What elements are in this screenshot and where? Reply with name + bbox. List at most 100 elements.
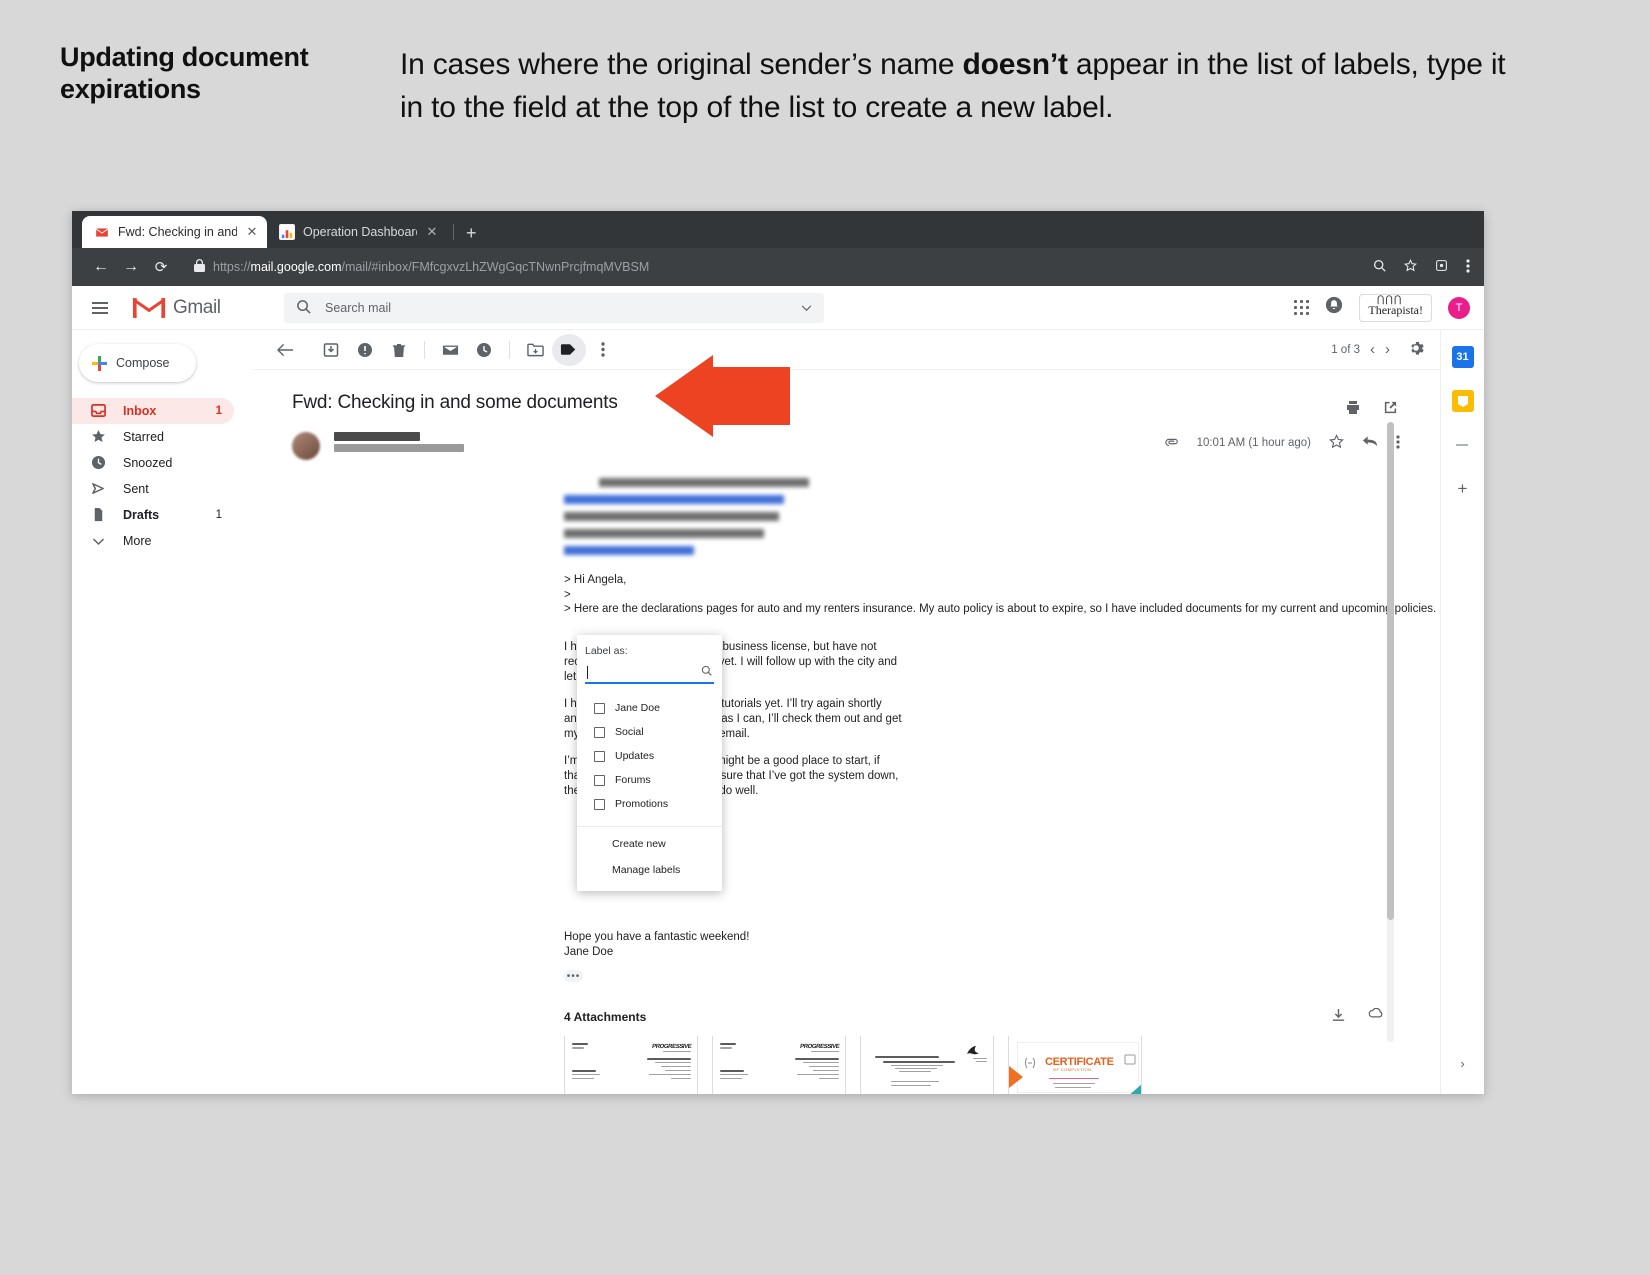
gear-icon[interactable] [1400, 340, 1424, 359]
sidebar-item-sent[interactable]: Sent [72, 476, 234, 502]
chevron-down-icon[interactable] [801, 301, 812, 315]
move-to-icon[interactable] [518, 334, 552, 366]
main-menu-icon[interactable] [86, 301, 120, 314]
create-new-label-button[interactable]: Create new [577, 831, 722, 857]
add-on-icon[interactable]: + [1452, 478, 1474, 500]
label-option-social[interactable]: Social [577, 720, 722, 744]
attachments-heading: 4 Attachments [564, 1010, 647, 1024]
gmail-header-actions: Therapista! T [1294, 293, 1470, 322]
scrollbar-thumb[interactable] [1387, 422, 1394, 920]
plus-glyph: + [1457, 479, 1468, 498]
more-icon[interactable] [1396, 434, 1400, 452]
checkbox[interactable] [594, 750, 605, 762]
search-input[interactable]: Search mail [325, 301, 787, 315]
gmail-logo: Gmail [120, 295, 260, 321]
close-icon[interactable]: ✕ [245, 224, 259, 240]
label-option-jane-doe[interactable]: Jane Doe [577, 696, 722, 720]
url-bar[interactable]: https://mail.google.com/mail/#inbox/FMfc… [184, 254, 1359, 280]
menu-icon[interactable] [1466, 258, 1470, 276]
label-option-promotions[interactable]: Promotions [577, 792, 722, 816]
prev-page-button[interactable]: ‹ [1370, 341, 1375, 358]
forwarded-to [564, 546, 694, 555]
sidebar-item-more[interactable]: More [72, 528, 234, 554]
compose-button[interactable]: Compose [79, 344, 196, 382]
tab-title: Fwd: Checking in and some do [118, 225, 237, 239]
page-title: Updating document expirations [60, 42, 309, 104]
inbox-icon [90, 403, 107, 420]
label-option-text: Jane Doe [615, 702, 660, 714]
checkbox[interactable] [594, 726, 605, 738]
avatar[interactable]: T [1448, 296, 1470, 319]
back-icon[interactable] [268, 334, 302, 366]
expand-rail-icon[interactable]: › [1452, 1052, 1474, 1074]
browser-omnibar: ← → ⟳ https://mail.google.com/mail/#inbo… [72, 248, 1484, 286]
tasks-icon[interactable] [1452, 434, 1474, 456]
attachment-thumbnail [861, 1036, 993, 1094]
download-all-icon[interactable] [1331, 1008, 1346, 1026]
label-option-forums[interactable]: Forums [577, 768, 722, 792]
message-toolbar: 1 of 3 ‹ › [252, 330, 1440, 370]
calendar-icon[interactable]: 31 [1451, 346, 1474, 368]
checkbox[interactable] [594, 702, 605, 714]
archive-icon[interactable] [314, 334, 348, 366]
quote-line-1: > Hi Angela, [564, 574, 627, 586]
search-mail-bar[interactable]: Search mail [284, 292, 824, 323]
vertical-scrollbar[interactable] [1387, 422, 1394, 1042]
label-as-dropdown[interactable]: Label as: Jane Doe Social Updates Forums… [577, 635, 722, 891]
close-icon[interactable]: ✕ [425, 224, 439, 240]
new-tab-button[interactable]: + [466, 224, 477, 242]
manage-labels-button[interactable]: Manage labels [577, 857, 722, 883]
instruction-part1: In cases where the original sender’s nam… [400, 48, 963, 81]
label-option-updates[interactable]: Updates [577, 744, 722, 768]
search-icon[interactable] [1373, 259, 1386, 275]
sidebar-item-drafts[interactable]: Drafts 1 [72, 502, 234, 528]
forwarded-subject [564, 529, 764, 538]
gmail-m-icon [132, 297, 166, 318]
message-signature: Jane Doe [564, 945, 614, 958]
reply-icon[interactable] [1362, 435, 1378, 451]
gmail-main: 1 of 3 ‹ › Fwd: Checking in and some doc… [252, 330, 1440, 1094]
star-icon[interactable] [1329, 434, 1344, 452]
mark-unread-icon[interactable] [433, 334, 467, 366]
sidebar-item-starred[interactable]: Starred [72, 424, 234, 450]
sidebar-item-inbox[interactable]: Inbox 1 [72, 398, 234, 424]
browser-tab-dashboard[interactable]: Operation Dashboard ✕ [267, 216, 447, 248]
notifications-bell-icon[interactable] [1325, 296, 1343, 319]
url-path: /mail/#inbox/FMfcgxvzLhZWgGqcTNwnPrcjfmq… [341, 260, 650, 274]
label-option-text: Forums [615, 774, 651, 786]
attachment-card[interactable]: PROGRESSIVE [564, 1036, 698, 1094]
forwarded-divider [599, 478, 809, 487]
sidebar-item-snoozed[interactable]: Snoozed [72, 450, 234, 476]
more-options-icon[interactable] [586, 334, 620, 366]
progressive-logo-icon: PROGRESSIVE [799, 1044, 840, 1050]
save-to-drive-icon[interactable] [1368, 1007, 1384, 1026]
extension-icon[interactable] [1435, 259, 1448, 275]
checkbox[interactable] [594, 774, 605, 786]
star-icon[interactable] [1403, 258, 1418, 275]
reload-icon[interactable]: ⟳ [146, 258, 176, 276]
search-icon[interactable] [701, 665, 712, 679]
attachment-card[interactable]: PROGRESSIVE [712, 1036, 846, 1094]
pagination-controls: 1 of 3 ‹ › [1331, 340, 1440, 359]
report-spam-icon[interactable] [348, 334, 382, 366]
snooze-icon[interactable] [467, 334, 501, 366]
browser-tab-gmail[interactable]: Fwd: Checking in and some do ✕ [82, 216, 267, 248]
brand-chip[interactable]: Therapista! [1359, 293, 1432, 322]
delete-icon[interactable] [382, 334, 416, 366]
next-page-button[interactable]: › [1385, 341, 1390, 358]
slide-header: Updating document expirations In cases w… [0, 0, 1650, 200]
google-apps-icon[interactable] [1294, 300, 1310, 315]
label-search-field[interactable] [585, 662, 714, 684]
labels-icon[interactable] [552, 333, 586, 366]
attachment-card[interactable]: PDF attachment 1.pdf [860, 1036, 994, 1094]
expand-trimmed-content-button[interactable]: ••• [564, 970, 583, 982]
gmail-sidebar: Compose Inbox 1 Starred Snoozed Sent Dra… [72, 330, 252, 1094]
checkbox[interactable] [594, 798, 605, 810]
quoted-text: > Hi Angela, > > Here are the declaratio… [564, 573, 1440, 617]
toolbar-divider [424, 340, 425, 359]
attachment-card[interactable]: CERTIFICATE OF COMPLETION [1008, 1036, 1142, 1094]
message-scroll-area: Fwd: Checking in and some documents 10:0… [252, 370, 1440, 1094]
forward-icon[interactable]: → [116, 258, 146, 276]
back-icon[interactable]: ← [86, 258, 116, 276]
keep-icon[interactable] [1451, 390, 1474, 412]
